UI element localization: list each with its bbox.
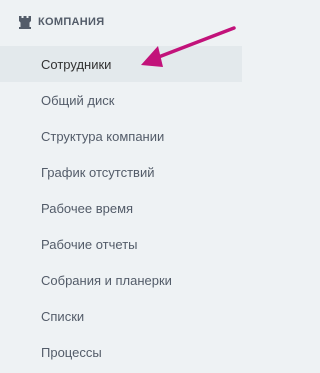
sidebar-item-work-time[interactable]: Рабочее время <box>0 190 242 226</box>
sidebar-menu: Сотрудники Общий диск Структура компании… <box>0 46 242 370</box>
sidebar-item-shared-disk[interactable]: Общий диск <box>0 82 242 118</box>
sidebar-item-lists[interactable]: Списки <box>0 298 242 334</box>
sidebar-item-employees[interactable]: Сотрудники <box>0 46 242 82</box>
section-title: КОМПАНИЯ <box>38 16 105 28</box>
section-header[interactable]: КОМПАНИЯ <box>18 10 104 34</box>
sidebar-item-meetings[interactable]: Собрания и планерки <box>0 262 242 298</box>
sidebar-item-work-reports[interactable]: Рабочие отчеты <box>0 226 242 262</box>
sidebar-item-company-structure[interactable]: Структура компании <box>0 118 242 154</box>
sidebar-item-processes[interactable]: Процессы <box>0 334 242 370</box>
castle-icon <box>18 15 32 29</box>
sidebar-item-absence-chart[interactable]: График отсутствий <box>0 154 242 190</box>
